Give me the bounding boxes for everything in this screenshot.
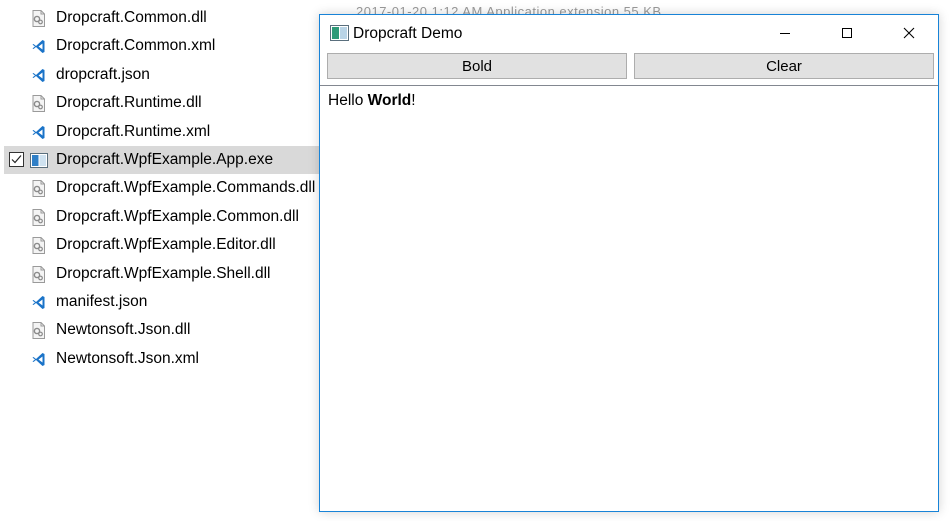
file-row[interactable]: Dropcraft.Runtime.xml	[4, 118, 322, 146]
exe-file-icon	[30, 152, 48, 169]
file-row[interactable]: Dropcraft.WpfExample.Commands.dll	[4, 174, 322, 202]
maximize-icon	[842, 28, 852, 38]
file-row[interactable]: Dropcraft.WpfExample.Editor.dll	[4, 231, 322, 259]
toolbar: Bold Clear	[327, 53, 934, 79]
file-row[interactable]: manifest.json	[4, 288, 322, 316]
file-name: Dropcraft.WpfExample.Common.dll	[56, 207, 299, 225]
dll-file-icon	[30, 237, 48, 255]
dll-file-icon	[30, 208, 48, 226]
file-name: Dropcraft.Common.xml	[56, 37, 216, 55]
clear-button[interactable]: Clear	[634, 53, 934, 79]
file-row[interactable]: Dropcraft.Runtime.dll	[4, 89, 322, 117]
maximize-button[interactable]	[824, 15, 870, 51]
dll-file-icon	[30, 322, 48, 340]
file-name: Dropcraft.Runtime.dll	[56, 94, 202, 112]
file-row[interactable]: dropcraft.json	[4, 61, 322, 89]
close-button[interactable]	[886, 15, 932, 51]
vscode-file-icon	[30, 38, 48, 55]
file-name: manifest.json	[56, 292, 148, 310]
vscode-file-icon	[30, 351, 48, 368]
file-row[interactable]: Dropcraft.WpfExample.Common.dll	[4, 203, 322, 231]
bold-button[interactable]: Bold	[327, 53, 627, 79]
editor-text-suffix: !	[411, 92, 416, 109]
file-row[interactable]: Dropcraft.Common.dll	[4, 4, 322, 32]
file-row[interactable]: Newtonsoft.Json.dll	[4, 316, 322, 344]
file-name: Dropcraft.Common.dll	[56, 9, 207, 26]
file-name: Dropcraft.WpfExample.App.exe	[56, 150, 274, 168]
app-icon	[330, 25, 349, 41]
rich-text-editor[interactable]: Hello World!	[320, 85, 938, 511]
file-list: Dropcraft.Common.dll Dropcraft.Common.xml…	[4, 4, 322, 373]
close-icon	[903, 27, 915, 39]
file-name: dropcraft.json	[56, 65, 150, 83]
file-name: Dropcraft.WpfExample.Editor.dll	[56, 236, 276, 254]
minimize-button[interactable]	[762, 15, 808, 51]
file-name: Newtonsoft.Json.xml	[56, 349, 199, 367]
editor-text-plain: Hello	[328, 92, 368, 109]
file-name: Newtonsoft.Json.dll	[56, 321, 191, 339]
editor-content: Hello World!	[328, 91, 416, 111]
file-row[interactable]: Dropcraft.WpfExample.App.exe	[4, 145, 322, 175]
file-row[interactable]: Dropcraft.WpfExample.Shell.dll	[4, 260, 322, 288]
dll-file-icon	[30, 265, 48, 283]
minimize-icon	[780, 33, 790, 34]
selection-checkbox[interactable]	[9, 151, 24, 167]
dropcraft-demo-window: Dropcraft Demo Bold Clear Hello World!	[319, 14, 939, 512]
file-row[interactable]: Newtonsoft.Json.xml	[4, 345, 322, 373]
title-bar[interactable]: Dropcraft Demo	[320, 15, 938, 51]
dll-file-icon	[30, 95, 48, 113]
vscode-file-icon	[30, 67, 48, 84]
editor-text-bold: World	[367, 92, 412, 109]
file-name: Dropcraft.Runtime.xml	[56, 122, 211, 140]
checkmark-icon	[11, 155, 22, 164]
dll-file-icon	[30, 10, 48, 27]
vscode-file-icon	[30, 124, 48, 141]
window-title: Dropcraft Demo	[353, 25, 463, 42]
file-name: Dropcraft.WpfExample.Shell.dll	[56, 264, 271, 282]
file-name: Dropcraft.WpfExample.Commands.dll	[56, 179, 316, 197]
file-detail-peek: 2017-01-20 1:12 AM Application extension…	[356, 4, 662, 14]
vscode-file-icon	[30, 294, 48, 311]
dll-file-icon	[30, 180, 48, 198]
file-row[interactable]: Dropcraft.Common.xml	[4, 32, 322, 60]
